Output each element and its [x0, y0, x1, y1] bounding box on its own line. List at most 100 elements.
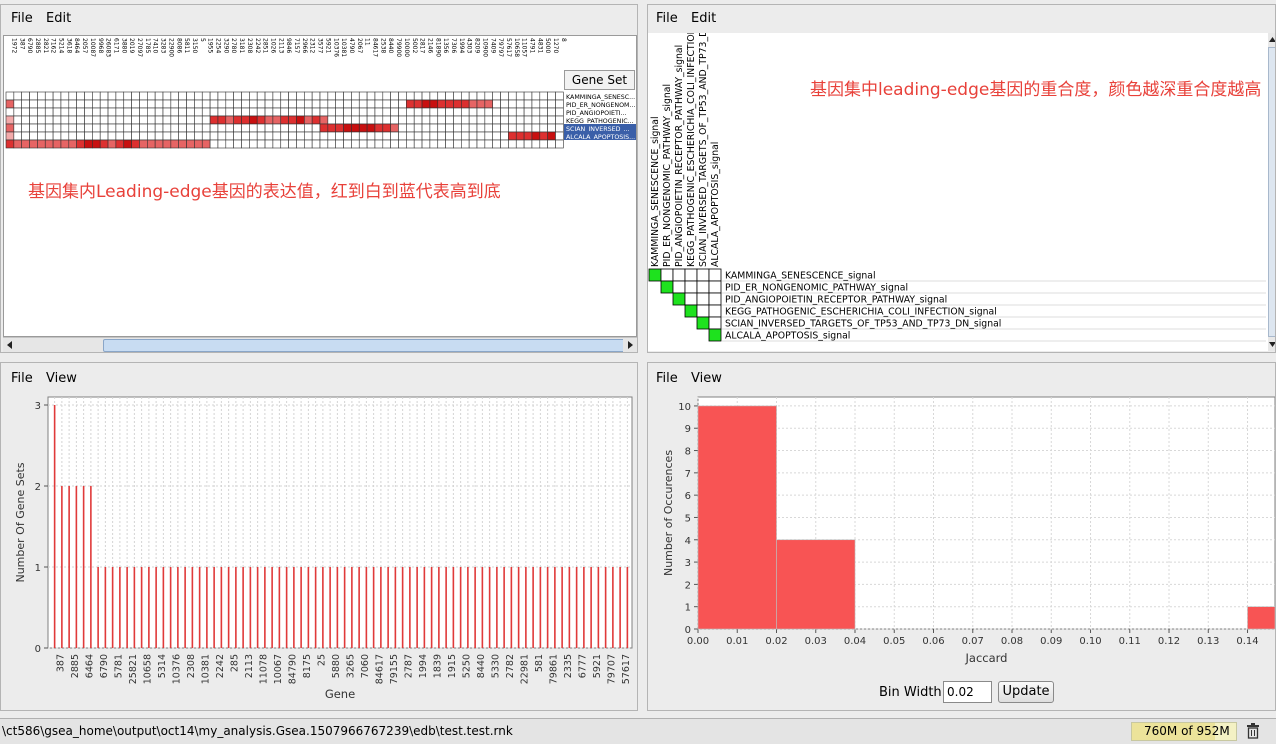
menu-file[interactable]: File — [656, 371, 678, 386]
heatmap-cell — [76, 99, 85, 109]
heatmap-cell — [492, 91, 501, 101]
bin-width-label: Bin Width: — [879, 685, 947, 700]
heatmap-cell — [21, 139, 30, 149]
gene-set-row-label[interactable]: PID_ANGIOPOIETI... — [566, 110, 627, 117]
heatmap-cell — [272, 123, 282, 133]
bar-mark — [358, 567, 360, 648]
heatmap-cell — [178, 131, 187, 141]
heatmap-cell — [99, 91, 109, 101]
overlap-annotation: 基因集中leading-edge基因的重合度，颜色越深重合度越高 — [810, 80, 1262, 100]
trash-icon[interactable] — [1246, 723, 1260, 739]
bar-mark — [162, 567, 165, 648]
update-button[interactable]: Update — [998, 681, 1054, 703]
heatmap-hscrollbar[interactable] — [3, 337, 637, 352]
menu-file[interactable]: File — [11, 11, 33, 26]
hist-x-tick-label: 0.04 — [844, 636, 866, 647]
heatmap-cell — [319, 123, 329, 133]
bar-mark — [293, 567, 295, 648]
heatmap-cell — [343, 91, 352, 101]
overlap-row-label: ALCALA_APOPTOSIS_signal — [725, 331, 850, 342]
gene-set-header-button[interactable]: Gene Set — [564, 70, 635, 90]
bar-mark — [61, 486, 63, 648]
scroll-right-arrow-icon[interactable] — [623, 338, 637, 352]
heatmap-cell — [508, 115, 517, 125]
heatmap-cell — [547, 107, 556, 117]
overlap-vscrollbar[interactable] — [1268, 33, 1275, 351]
scroll-left-arrow-icon[interactable] — [3, 338, 17, 352]
heatmap-cell — [217, 99, 227, 109]
menu-file[interactable]: File — [656, 11, 678, 26]
heatmap-cell — [500, 115, 509, 125]
heatmap-cell — [406, 107, 415, 117]
gene-set-row-label[interactable]: PID_ER_NONGENOM... — [566, 102, 636, 109]
heatmap-cell — [99, 123, 109, 133]
heatmap-cell — [139, 107, 148, 117]
heatmap-cell — [531, 107, 541, 117]
heatmap-scroll-thumb[interactable] — [103, 339, 625, 352]
overlap-scroll-thumb[interactable] — [1268, 47, 1275, 337]
gene-column-label: 10381 — [340, 38, 347, 57]
gene-column-label: 5214 — [58, 38, 65, 53]
heatmap-cell — [453, 139, 462, 149]
heatmap-cell — [335, 91, 344, 101]
bar-mark — [206, 567, 208, 648]
heatmap-cell — [382, 123, 391, 133]
heatmap-cell — [52, 99, 62, 109]
heatmap-cell — [44, 115, 54, 125]
heatmap-cell — [523, 91, 533, 101]
menu-edit[interactable]: Edit — [691, 11, 716, 26]
heatmap-cell — [37, 107, 46, 117]
bar-mark — [126, 567, 128, 648]
heatmap-cell — [390, 99, 399, 109]
heatmap-cell — [280, 123, 289, 133]
heatmap-canvas: 1972 387 6790 2885 2821 7162 5214 3618 8464 2057 1… — [3, 35, 637, 337]
gene-column-label: 3577 — [317, 38, 324, 53]
scroll-up-arrow-icon[interactable] — [1268, 33, 1275, 45]
heatmap-cell — [390, 107, 399, 117]
heatmap-cell — [249, 99, 258, 109]
heatmap-cell — [37, 99, 46, 109]
heatmap-cell — [421, 99, 431, 109]
gene-set-row-label[interactable]: SCIAN_INVERSED_... — [566, 126, 630, 133]
heatmap-cell — [99, 107, 109, 117]
menu-view[interactable]: View — [691, 371, 722, 386]
menu-file[interactable]: File — [11, 371, 33, 386]
gene-set-row-label[interactable]: KAMMINGA_SENESC... — [566, 94, 635, 101]
menu-edit[interactable]: Edit — [46, 11, 71, 26]
heatmap-cell — [460, 139, 470, 149]
bar-mark — [227, 567, 230, 648]
bar-mark — [322, 567, 324, 648]
heatmap-cell — [406, 123, 415, 133]
gene-set-row-label[interactable]: KEGG_PATHOGENIC... — [566, 118, 634, 125]
heatmap-cell — [170, 139, 180, 149]
heatmap-cell — [170, 131, 180, 141]
heatmap-cell — [311, 115, 321, 125]
heatmap-cell — [68, 107, 77, 117]
heatmap-cell — [492, 99, 501, 109]
heatmap-cell — [37, 115, 46, 125]
gene-column-label: 2067 — [356, 38, 363, 53]
gene-set-row-label[interactable]: ALCALA_APOPTOSIS... — [566, 134, 635, 141]
bar-mark — [242, 567, 244, 648]
heatmap-cell — [311, 131, 321, 141]
heatmap-cell — [123, 107, 132, 117]
bin-width-input[interactable] — [943, 681, 992, 703]
heatmap-cell — [311, 99, 321, 109]
heatmap-cell — [437, 139, 446, 149]
heatmap-cell — [390, 139, 399, 149]
gene-column-label: 2538 — [379, 38, 386, 53]
bar-x-tick-label: 581 — [534, 654, 545, 672]
heatmap-cell — [68, 99, 77, 109]
heatmap-cell — [484, 139, 494, 149]
scroll-down-arrow-icon[interactable] — [1268, 339, 1275, 351]
heatmap-cell — [139, 139, 148, 149]
bar-chart: 0123387 2885 6464 6790 5781 25821 10658 5314 103… — [2, 393, 637, 710]
bar-mark — [488, 567, 491, 648]
overlap-cell — [684, 304, 698, 318]
bar-mark — [90, 486, 92, 648]
heatmap-cell — [147, 91, 156, 101]
heatmap-cell — [178, 139, 187, 149]
bar-mark — [590, 567, 592, 648]
menu-view[interactable]: View — [46, 371, 77, 386]
heatmap-cell — [264, 139, 274, 149]
